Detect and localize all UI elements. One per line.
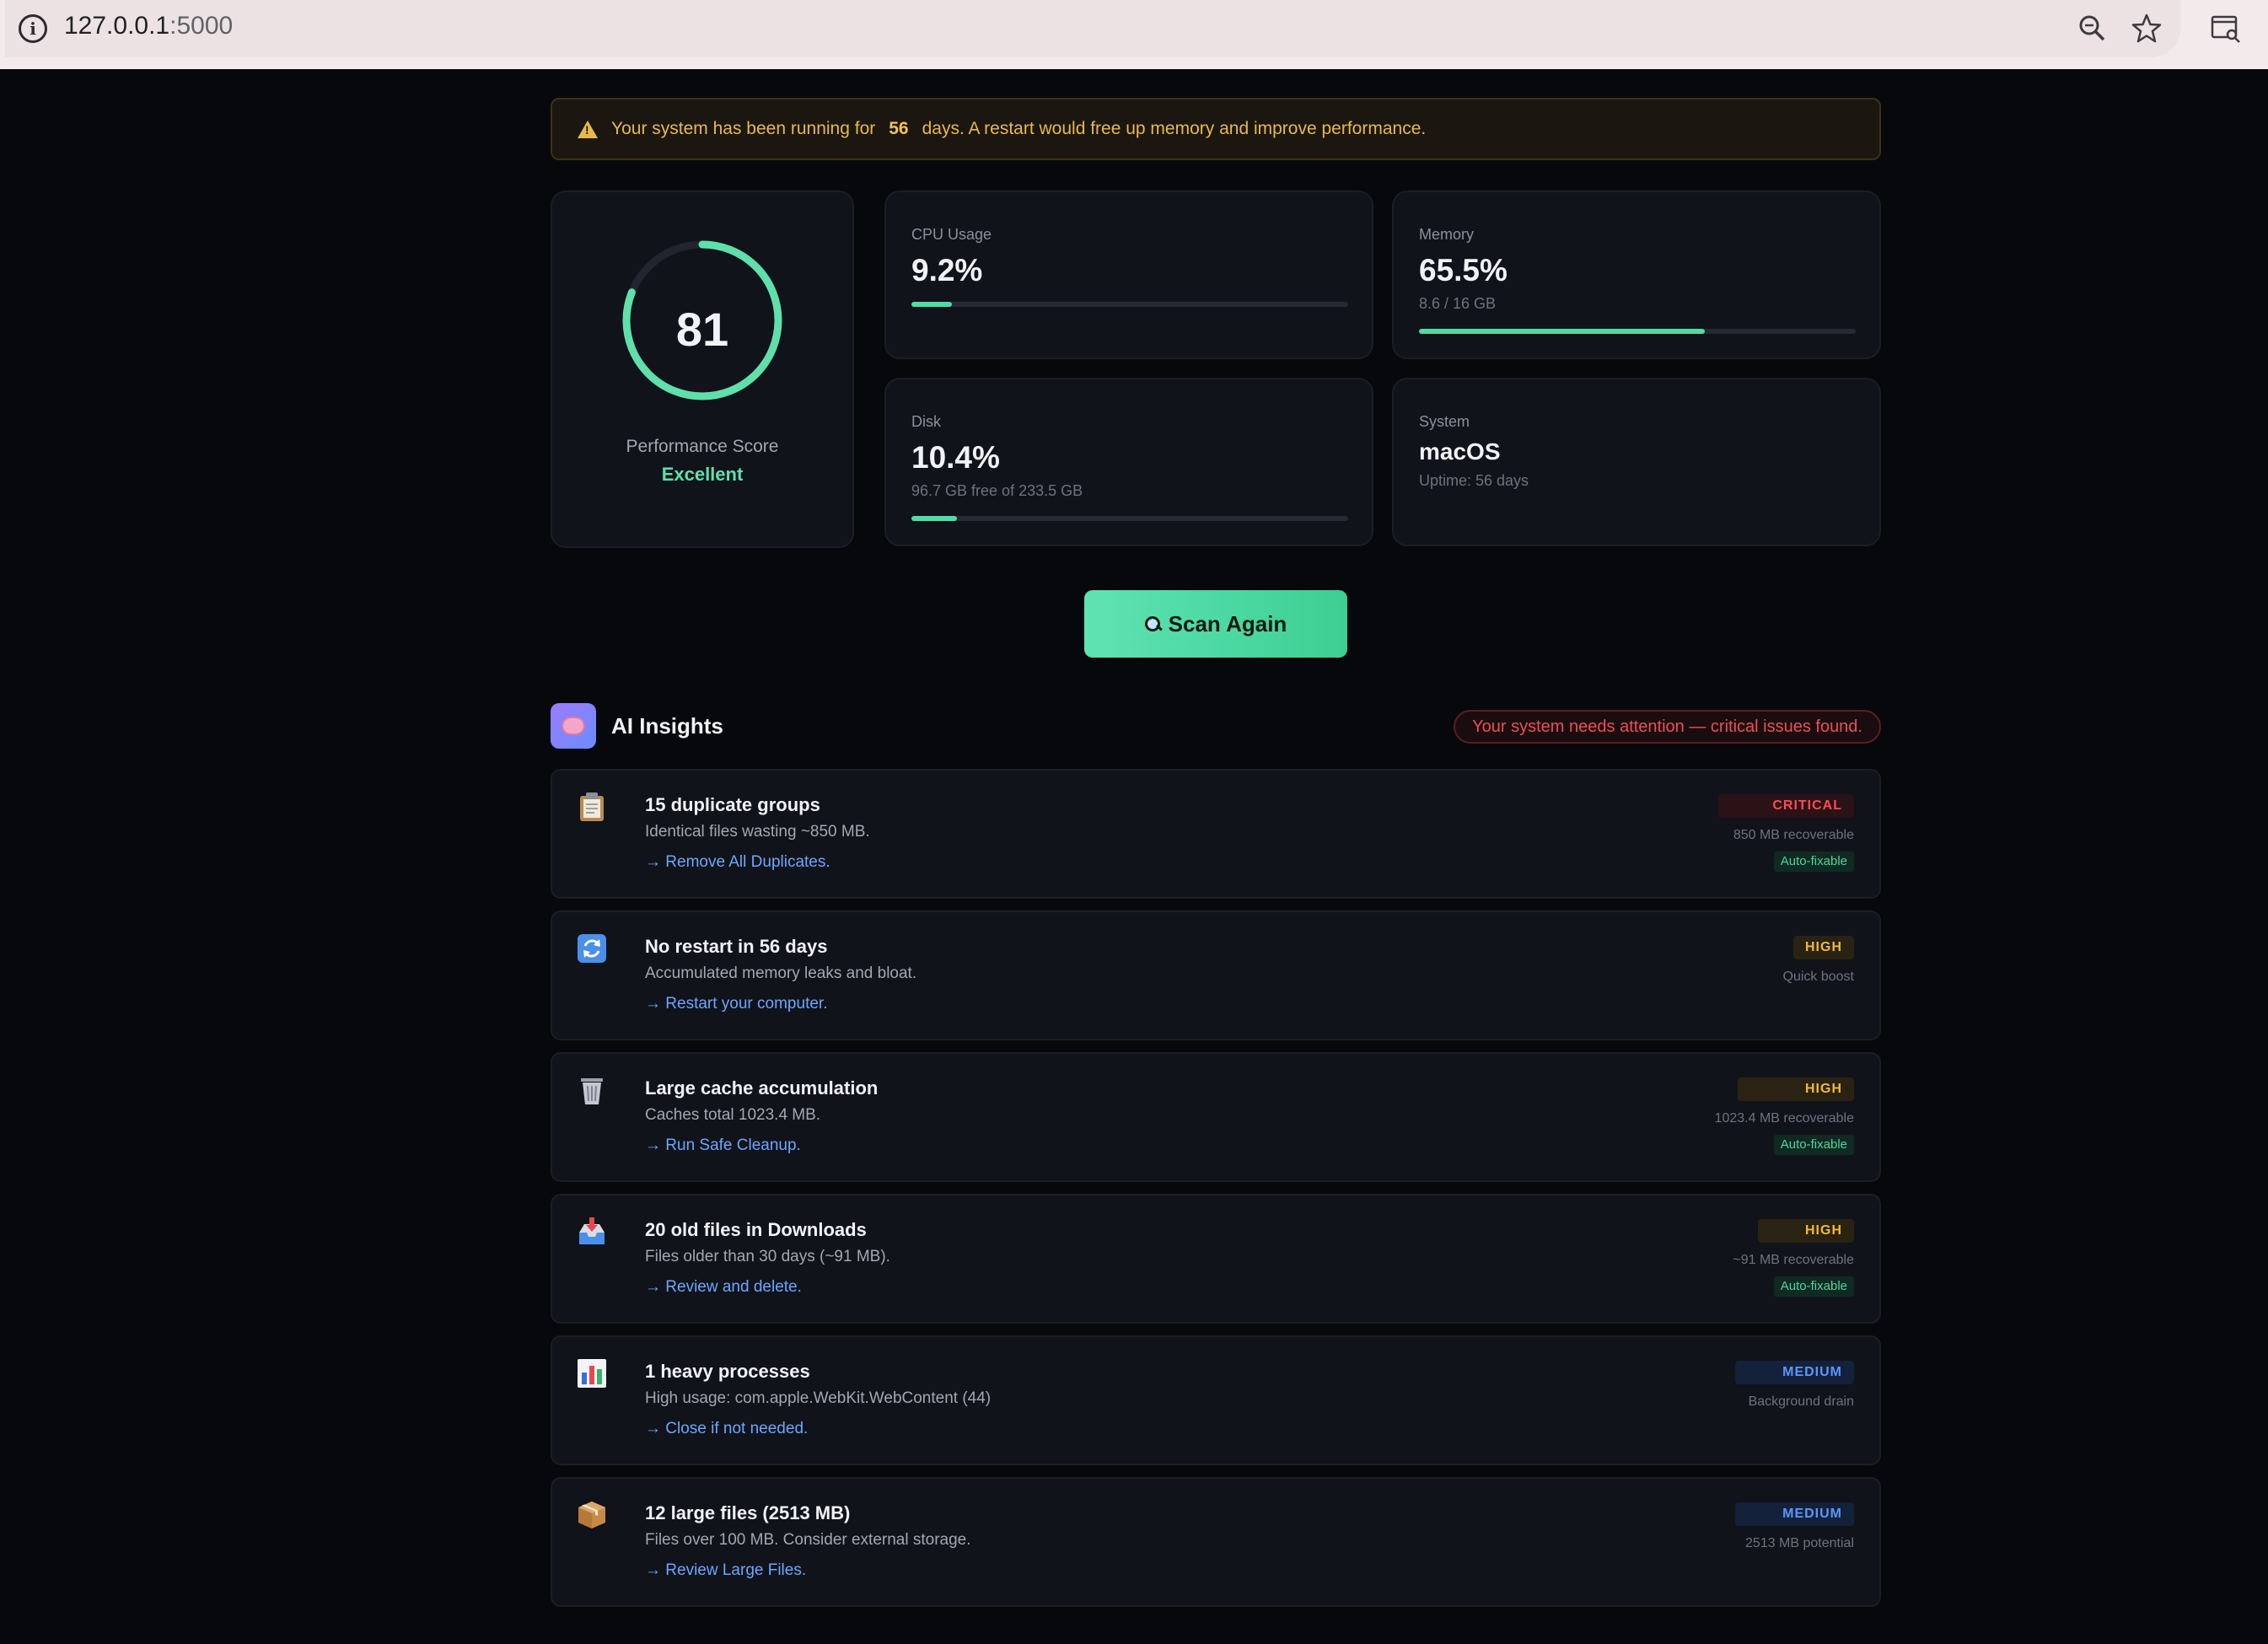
severity-badge: MEDIUM bbox=[1735, 1361, 1854, 1384]
severity-badge: HIGH bbox=[1793, 936, 1854, 959]
severity-badge: HIGH bbox=[1758, 1219, 1854, 1243]
banner-days: 56 bbox=[889, 119, 909, 138]
bar-chart-icon bbox=[578, 1359, 606, 1388]
site-info-icon[interactable]: i bbox=[19, 14, 47, 43]
memory-progress-fill bbox=[1419, 329, 1706, 334]
memory-value: 65.5% bbox=[1419, 253, 1508, 287]
zoom-icon[interactable] bbox=[2076, 12, 2109, 46]
attention-badge: Your system needs attention — critical i… bbox=[1454, 710, 1881, 744]
disk-progress-track bbox=[911, 516, 1348, 521]
trash-icon bbox=[581, 1078, 603, 1104]
magnifier-icon bbox=[1144, 616, 1160, 631]
insight-meta: 2513 MB potential bbox=[1745, 1536, 1854, 1550]
insights-header: AI Insights Your system needs attention … bbox=[551, 703, 1881, 750]
browser-chrome: i 127.0.0.1:5000 bbox=[0, 0, 2268, 69]
review-large-files-link[interactable]: → Review Large Files. bbox=[645, 1561, 806, 1580]
insight-description: Identical files wasting ~850 MB. bbox=[645, 823, 870, 841]
disk-label: Disk bbox=[911, 413, 941, 430]
tab-search-icon[interactable] bbox=[2209, 12, 2243, 46]
clipboard-icon bbox=[580, 792, 604, 821]
cpu-value: 9.2% bbox=[911, 253, 983, 287]
severity-badge: CRITICAL bbox=[1718, 794, 1854, 818]
memory-sub: 8.6 / 16 GB bbox=[1419, 295, 1497, 312]
url-text[interactable]: 127.0.0.1:5000 bbox=[64, 12, 233, 40]
insight-card: No restart in 56 days Accumulated memory… bbox=[551, 911, 1881, 1040]
system-value: macOS bbox=[1419, 438, 1501, 465]
memory-label: Memory bbox=[1419, 226, 1475, 243]
restart-icon bbox=[578, 934, 606, 963]
system-label: System bbox=[1419, 413, 1470, 430]
brain-icon bbox=[551, 703, 596, 749]
run-safe-cleanup-link[interactable]: → Run Safe Cleanup. bbox=[645, 1136, 801, 1155]
insight-description: High usage: com.apple.WebKit.WebContent … bbox=[645, 1389, 992, 1407]
insight-card: Large cache accumulation Caches total 10… bbox=[551, 1052, 1881, 1182]
insight-title: 12 large files (2513 MB) bbox=[645, 1502, 851, 1523]
package-icon bbox=[578, 1502, 605, 1528]
url-port: :5000 bbox=[169, 12, 234, 40]
insight-description: Accumulated memory leaks and bloat. bbox=[645, 964, 917, 982]
severity-badge: HIGH bbox=[1738, 1077, 1854, 1101]
insight-title: 1 heavy processes bbox=[645, 1361, 810, 1382]
system-uptime: Uptime: 56 days bbox=[1419, 472, 1529, 489]
memory-progress-track bbox=[1419, 329, 1856, 334]
inbox-icon bbox=[579, 1217, 605, 1244]
disk-progress-fill bbox=[911, 516, 957, 521]
address-bar[interactable]: i 127.0.0.1:5000 bbox=[5, 0, 2180, 57]
auto-fixable-tag: Auto-fixable bbox=[1773, 1135, 1854, 1155]
insight-card: 12 large files (2513 MB) Files over 100 … bbox=[551, 1477, 1881, 1607]
score-label: Performance Score bbox=[626, 437, 779, 456]
insight-description: Caches total 1023.4 MB. bbox=[645, 1106, 821, 1124]
uptime-warning-banner: Your system has been running for 56 days… bbox=[551, 98, 1881, 160]
insight-meta: ~91 MB recoverable bbox=[1733, 1253, 1854, 1267]
disk-card: Disk 10.4% 96.7 GB free of 233.5 GB bbox=[884, 378, 1373, 546]
insight-card: 1 heavy processes High usage: com.apple.… bbox=[551, 1335, 1881, 1465]
insight-meta: Background drain bbox=[1748, 1394, 1854, 1409]
insight-title: 20 old files in Downloads bbox=[645, 1219, 867, 1240]
score-value: 81 bbox=[675, 303, 729, 356]
insight-title: 15 duplicate groups bbox=[645, 794, 820, 815]
auto-fixable-tag: Auto-fixable bbox=[1773, 852, 1854, 872]
cpu-usage-card: CPU Usage 9.2% bbox=[884, 191, 1373, 359]
cpu-label: CPU Usage bbox=[911, 226, 992, 243]
insight-card: 20 old files in Downloads Files older th… bbox=[551, 1194, 1881, 1324]
banner-text-before: Your system has been running for bbox=[611, 119, 876, 138]
scan-again-button[interactable]: Scan Again bbox=[1084, 590, 1347, 658]
remove-duplicates-link[interactable]: → Remove All Duplicates. bbox=[645, 853, 830, 872]
close-if-not-needed-link[interactable]: → Close if not needed. bbox=[645, 1420, 808, 1438]
insight-meta: Quick boost bbox=[1782, 970, 1854, 984]
disk-sub: 96.7 GB free of 233.5 GB bbox=[911, 482, 1083, 499]
cpu-progress-track bbox=[911, 302, 1348, 307]
memory-card: Memory 65.5% 8.6 / 16 GB bbox=[1392, 191, 1881, 359]
insight-card: 15 duplicate groups Identical files wast… bbox=[551, 769, 1881, 899]
performance-score-card: 81 Performance Score Excellent bbox=[551, 191, 854, 548]
review-and-delete-link[interactable]: → Review and delete. bbox=[645, 1278, 802, 1297]
banner-text-after: days. A restart would free up memory and… bbox=[922, 119, 1427, 138]
auto-fixable-tag: Auto-fixable bbox=[1773, 1276, 1854, 1297]
insight-meta: 1023.4 MB recoverable bbox=[1714, 1111, 1854, 1126]
scan-again-label: Scan Again bbox=[1168, 610, 1287, 637]
cpu-progress-fill bbox=[911, 302, 952, 307]
insight-title: Large cache accumulation bbox=[645, 1077, 879, 1099]
insight-meta: 850 MB recoverable bbox=[1733, 828, 1854, 842]
insights-title: AI Insights bbox=[611, 713, 723, 739]
restart-computer-link[interactable]: → Restart your computer. bbox=[645, 995, 827, 1013]
insight-description: Files over 100 MB. Consider external sto… bbox=[645, 1531, 971, 1549]
warning-icon bbox=[578, 120, 598, 138]
insight-title: No restart in 56 days bbox=[645, 936, 828, 957]
score-status: Excellent bbox=[661, 464, 744, 485]
system-card: System macOS Uptime: 56 days bbox=[1392, 378, 1881, 546]
bookmark-star-icon[interactable] bbox=[2130, 12, 2163, 46]
url-host: 127.0.0.1 bbox=[64, 12, 170, 40]
severity-badge: MEDIUM bbox=[1735, 1502, 1854, 1526]
disk-value: 10.4% bbox=[911, 440, 1000, 475]
insight-description: Files older than 30 days (~91 MB). bbox=[645, 1248, 890, 1265]
